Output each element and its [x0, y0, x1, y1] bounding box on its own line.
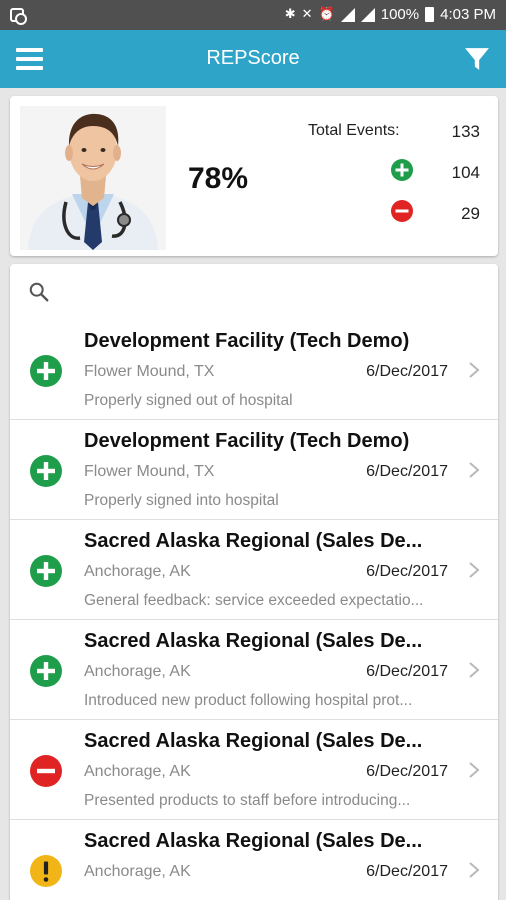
chevron-right-icon — [469, 562, 480, 578]
total-events-value: 133 — [451, 122, 480, 141]
signal-icon — [360, 7, 375, 22]
plus-circle-icon — [30, 655, 62, 687]
alarm-icon: ⏰ — [318, 7, 335, 22]
event-note: General feedback: service exceeded expec… — [84, 592, 424, 609]
filter-icon[interactable] — [464, 46, 490, 72]
app-bar: REPScore — [0, 30, 506, 88]
notification-icon — [10, 8, 27, 25]
battery-icon — [425, 7, 435, 22]
event-row[interactable]: Sacred Alaska Regional (Sales De... Ancho… — [10, 520, 498, 620]
chevron-right-icon — [469, 362, 480, 378]
event-title: Sacred Alaska Regional (Sales De... — [84, 530, 423, 552]
event-location: Anchorage, AK — [84, 763, 191, 780]
event-location: Flower Mound, TX — [84, 463, 215, 480]
event-date: 6/Dec/2017 — [366, 563, 448, 580]
event-row[interactable]: Sacred Alaska Regional (Sales De... Ancho… — [10, 720, 498, 820]
event-title: Sacred Alaska Regional (Sales De... — [84, 730, 423, 752]
plus-circle-icon — [391, 159, 413, 181]
event-date: 6/Dec/2017 — [366, 363, 448, 380]
summary-card: 78% Total Events: 133 104 29 — [10, 96, 498, 256]
event-row[interactable]: Development Facility (Tech Demo) Flower M… — [10, 420, 498, 520]
event-note: Introduced new product following hospita… — [84, 692, 413, 709]
app-title: REPScore — [206, 47, 300, 69]
chevron-right-icon — [469, 462, 480, 478]
event-title: Development Facility (Tech Demo) — [84, 430, 410, 452]
search-bar[interactable] — [10, 264, 498, 320]
minus-circle-icon — [391, 200, 413, 222]
score-percent: 78% — [188, 162, 249, 195]
event-location: Anchorage, AK — [84, 863, 191, 880]
event-note: Presented products to staff before intro… — [84, 792, 411, 809]
event-row[interactable]: Sacred Alaska Regional (Sales De... Ancho… — [10, 620, 498, 720]
event-note: Properly signed out of hospital — [84, 392, 293, 409]
event-row[interactable]: Sacred Alaska Regional (Sales De... Ancho… — [10, 820, 498, 900]
event-location: Anchorage, AK — [84, 563, 191, 580]
minus-circle-icon — [30, 755, 62, 787]
event-note: Properly signed into hospital — [84, 492, 279, 509]
plus-circle-icon — [30, 455, 62, 487]
total-events-label: Total Events: — [308, 122, 400, 139]
clock: 4:03 PM — [440, 6, 496, 23]
event-title: Sacred Alaska Regional (Sales De... — [84, 830, 423, 852]
mute-icon: ✕ — [301, 7, 313, 22]
event-row[interactable]: Development Facility (Tech Demo) Flower M… — [10, 320, 498, 420]
event-list: Development Facility (Tech Demo) Flower M… — [10, 264, 498, 900]
negative-events-value: 29 — [461, 204, 480, 223]
event-date: 6/Dec/2017 — [366, 863, 448, 880]
exclamation-circle-icon — [30, 855, 62, 887]
chevron-right-icon — [469, 662, 480, 678]
event-date: 6/Dec/2017 — [366, 463, 448, 480]
event-date: 6/Dec/2017 — [366, 763, 448, 780]
event-location: Flower Mound, TX — [84, 363, 215, 380]
event-location: Anchorage, AK — [84, 663, 191, 680]
wifi-icon — [340, 7, 355, 22]
search-icon[interactable] — [28, 281, 50, 303]
event-title: Development Facility (Tech Demo) — [84, 330, 410, 352]
event-title: Sacred Alaska Regional (Sales De... — [84, 630, 423, 652]
positive-events-value: 104 — [451, 163, 480, 182]
status-bar: ✱ ✕ ⏰ 100% 4:03 PM — [0, 0, 506, 30]
bluetooth-icon: ✱ — [284, 7, 296, 22]
status-icons: ✱ ✕ ⏰ 100% 4:03 PM — [285, 6, 496, 23]
plus-circle-icon — [30, 355, 62, 387]
chevron-right-icon — [469, 762, 480, 778]
avatar — [20, 106, 166, 250]
plus-circle-icon — [30, 555, 62, 587]
event-date: 6/Dec/2017 — [366, 663, 448, 680]
battery-percent: 100% — [380, 6, 420, 23]
chevron-right-icon — [469, 862, 480, 878]
